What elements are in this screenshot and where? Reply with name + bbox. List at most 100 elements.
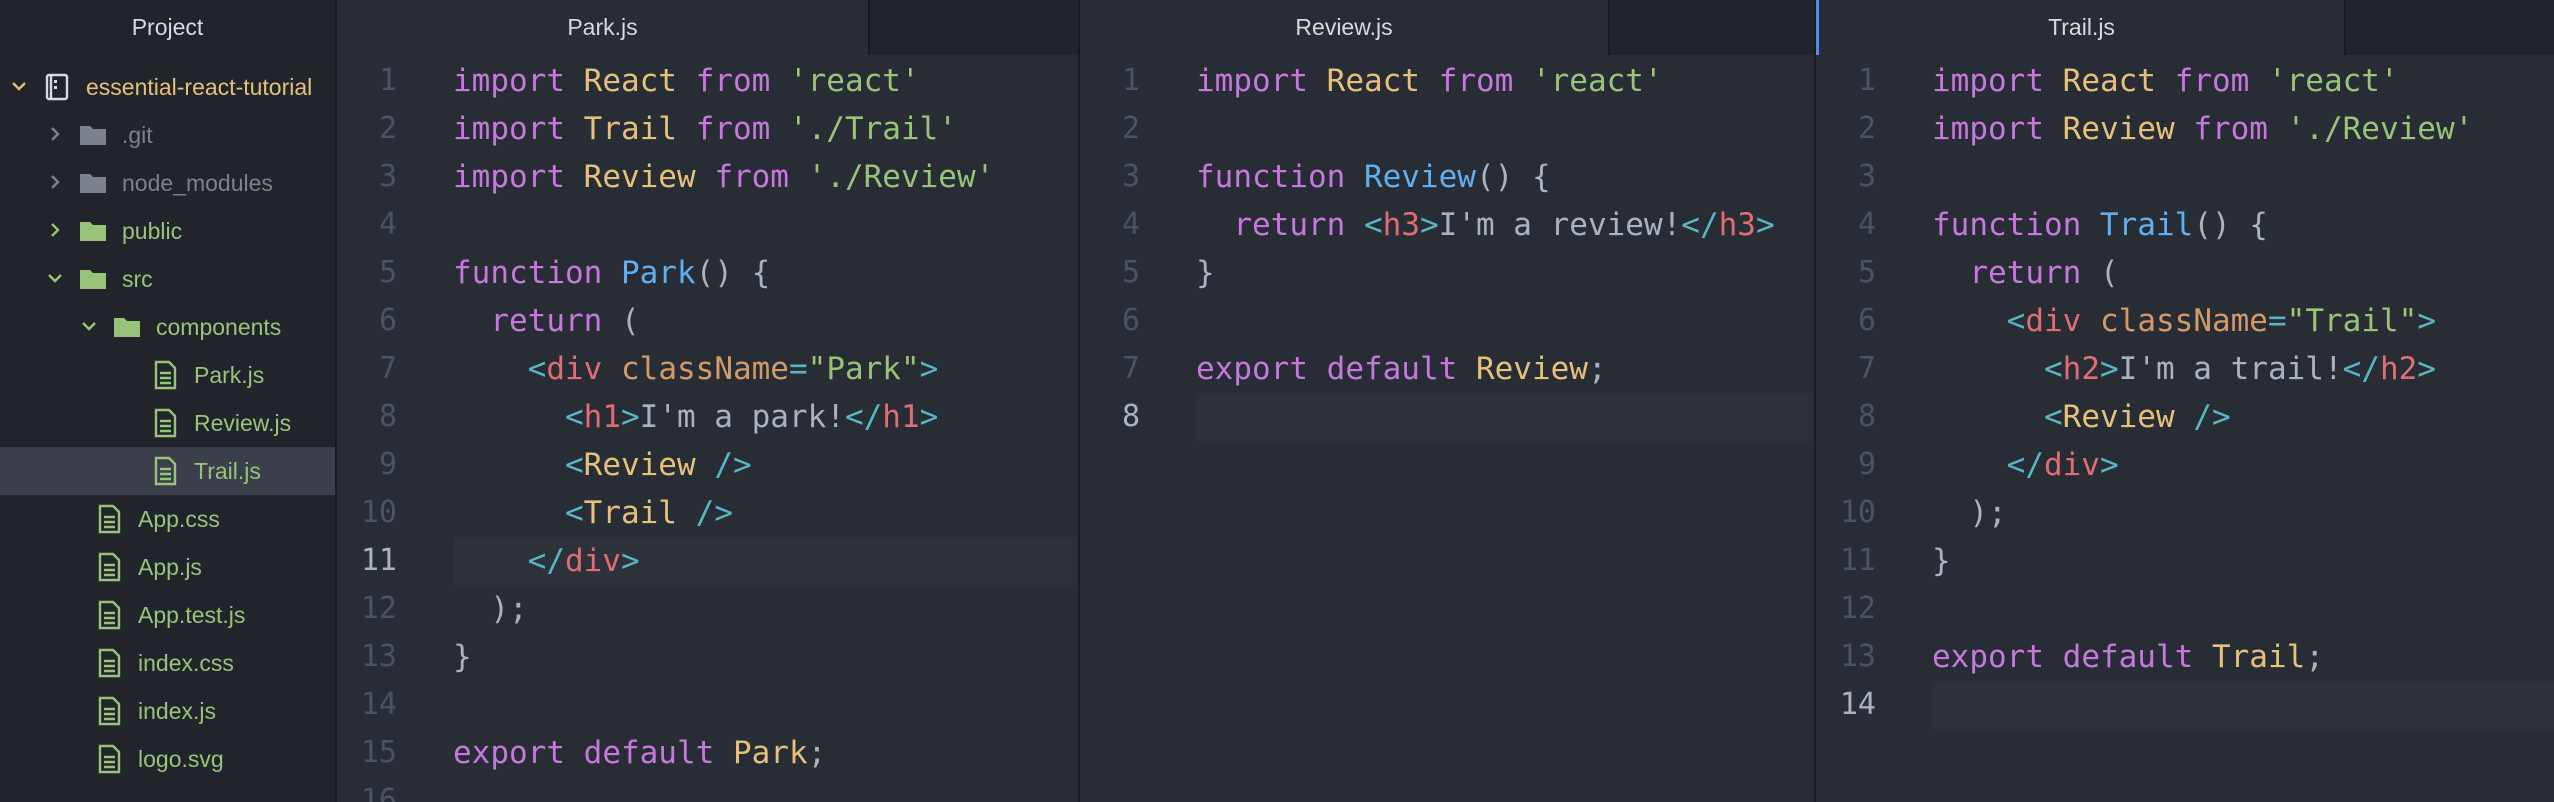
line-text: function Review() { (1196, 153, 1551, 201)
file-item[interactable]: Review.js (0, 399, 335, 447)
tree-item-label: Park.js (194, 361, 265, 388)
line-number: 7 (378, 351, 397, 386)
file-item[interactable]: index.js (0, 687, 335, 735)
code-token: from (1438, 63, 1514, 99)
sidebar-title: Project (131, 14, 204, 40)
code-line: 3 import Review from './Review' (337, 153, 1078, 201)
file-item[interactable]: App.css (0, 495, 335, 543)
project-root[interactable]: essential-react-tutorial (0, 63, 335, 111)
code-token: < (2043, 399, 2063, 435)
code-token: h3 (1718, 207, 1756, 243)
code-line: 14 (1816, 681, 2554, 729)
code-token: Park (732, 735, 808, 771)
code-token: export (1196, 351, 1308, 387)
file-item[interactable]: logo.svg (0, 735, 335, 783)
line-text: import Review from './Review' (1932, 105, 2473, 153)
code-token: from (2174, 63, 2250, 99)
code-token: < (564, 495, 584, 531)
code-line: 6 (1080, 297, 1816, 345)
code-line: 7 export default Review; (1080, 345, 1816, 393)
file-icon (150, 456, 180, 486)
code-token: = (2267, 303, 2287, 339)
line-text: import Review from './Review' (453, 153, 994, 201)
file-item[interactable]: App.test.js (0, 591, 335, 639)
folder-item[interactable]: node_modules (0, 159, 335, 207)
code-line: 6 return ( (337, 297, 1078, 345)
tree-item-label: essential-react-tutorial (86, 73, 313, 100)
code-token: className (621, 351, 789, 387)
line-number: 13 (360, 639, 397, 674)
tree-item-label: index.js (138, 697, 216, 724)
code-token: export (453, 735, 565, 771)
line-number: 4 (1121, 207, 1140, 242)
line-number: 11 (360, 543, 397, 578)
chevron-down-icon[interactable] (44, 266, 66, 292)
tree-item-label: components (156, 313, 282, 340)
code-token: import (453, 111, 565, 147)
code-line: 11} (1816, 537, 2554, 585)
code-line: 5 return ( (1816, 249, 2554, 297)
tab-park-js[interactable]: Park.js (337, 0, 870, 55)
code-line: 12 (1816, 585, 2554, 633)
folder-item[interactable]: .git (0, 111, 335, 159)
line-text: ); (453, 585, 527, 633)
code-line: 1 import React from 'react' (337, 57, 1078, 105)
chevron-down-icon[interactable] (8, 74, 30, 100)
chevron-down-icon[interactable] (78, 314, 100, 340)
code-token: > (2099, 447, 2119, 483)
tab-trail-js[interactable]: Trail.js (1816, 0, 2346, 55)
folder-item[interactable]: public (0, 207, 335, 255)
code-token: 'react' (1531, 63, 1663, 99)
code-token: } (453, 639, 472, 675)
code-token: ( (2081, 255, 2119, 291)
line-text: import React from 'react' (1196, 57, 1663, 105)
code-token: < (564, 399, 584, 435)
code-line: 1 import React from 'react' (1080, 57, 1816, 105)
code-token: Trail (2211, 639, 2306, 675)
line-text: export default Review; (1196, 345, 1607, 393)
cursor-line-highlight (1932, 681, 2554, 729)
tree-item-label: logo.svg (138, 745, 224, 772)
code-token: ; (807, 735, 827, 771)
line-text: } (453, 633, 472, 681)
code-token: ); (1932, 495, 2007, 531)
chevron-right-icon[interactable] (44, 170, 66, 196)
line-text: <Review /> (453, 441, 752, 489)
code-token: from (695, 111, 771, 147)
file-item[interactable]: Trail.js (0, 447, 335, 495)
code-token: return (1233, 207, 1346, 243)
tab-bar: Trail.js (1816, 0, 2554, 55)
folder-icon (78, 264, 108, 294)
file-item[interactable]: index.css (0, 639, 335, 687)
code-token: div (546, 351, 603, 387)
file-icon (150, 408, 180, 438)
folder-item[interactable]: components (0, 303, 335, 351)
chevron-right-icon[interactable] (44, 122, 66, 148)
line-text: return ( (453, 297, 639, 345)
line-text: export default Park; (453, 729, 826, 777)
folder-item[interactable]: src (0, 255, 335, 303)
file-item[interactable]: Park.js (0, 351, 335, 399)
tree-item-label: Trail.js (194, 457, 261, 484)
file-icon (94, 552, 124, 582)
line-number: 3 (378, 159, 397, 194)
file-item[interactable]: App.js (0, 543, 335, 591)
tab-review-js[interactable]: Review.js (1080, 0, 1610, 55)
code-token: () { (1475, 159, 1551, 195)
code-line: 7 <div className="Park"> (337, 345, 1078, 393)
code-token: "Trail" (2286, 303, 2418, 339)
code-token: './Review' (807, 159, 995, 195)
file-icon (94, 648, 124, 678)
tree-item-label: index.css (138, 649, 234, 676)
chevron-right-icon[interactable] (44, 218, 66, 244)
line-number: 8 (1857, 399, 1876, 434)
